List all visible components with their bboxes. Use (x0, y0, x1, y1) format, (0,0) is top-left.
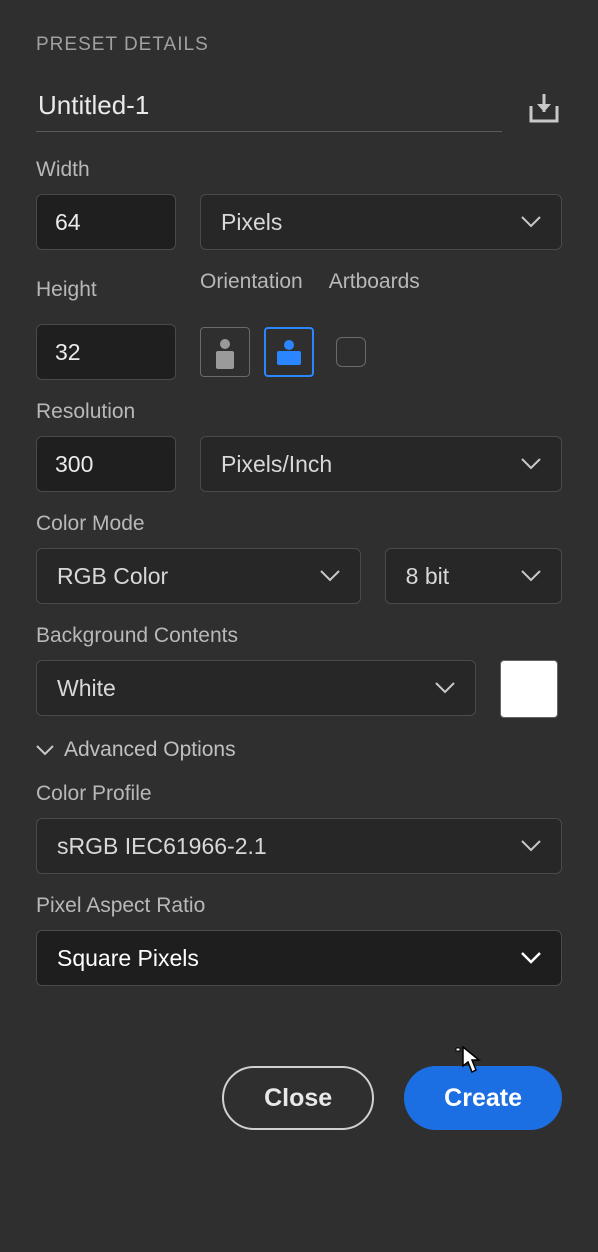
color-profile-value: sRGB IEC61966-2.1 (57, 833, 267, 860)
chevron-down-icon (521, 458, 541, 470)
background-contents-select[interactable]: White (36, 660, 476, 716)
width-unit-value: Pixels (221, 209, 282, 236)
bit-depth-select[interactable]: 8 bit (385, 548, 562, 604)
color-profile-select[interactable]: sRGB IEC61966-2.1 (36, 818, 562, 874)
bit-depth-value: 8 bit (406, 563, 449, 590)
background-color-swatch[interactable] (500, 660, 558, 718)
color-profile-label: Color Profile (36, 782, 562, 806)
height-label: Height (36, 278, 176, 302)
advanced-options-toggle[interactable]: Advanced Options (36, 738, 562, 762)
chevron-down-icon (320, 570, 340, 582)
chevron-down-icon (521, 570, 541, 582)
preset-details-panel: PRESET DETAILS Width Pixels Height Orien… (0, 0, 598, 1252)
width-input[interactable] (36, 194, 176, 250)
chevron-down-icon (521, 952, 541, 964)
artboards-label: Artboards (329, 270, 420, 294)
orientation-portrait-button[interactable] (200, 327, 250, 377)
resolution-unit-select[interactable]: Pixels/Inch (200, 436, 562, 492)
pixel-aspect-ratio-value: Square Pixels (57, 945, 199, 972)
chevron-down-icon (521, 840, 541, 852)
close-button-label: Close (264, 1084, 332, 1113)
resolution-label: Resolution (36, 400, 562, 424)
document-name-input[interactable] (36, 84, 502, 132)
chevron-down-icon (36, 745, 54, 756)
pixel-aspect-ratio-select[interactable]: Square Pixels (36, 930, 562, 986)
panel-heading: PRESET DETAILS (36, 34, 562, 56)
color-mode-label: Color Mode (36, 512, 562, 536)
pixel-aspect-ratio-label: Pixel Aspect Ratio (36, 894, 562, 918)
advanced-options-label: Advanced Options (64, 738, 236, 762)
create-button[interactable]: Create (404, 1066, 562, 1130)
width-unit-select[interactable]: Pixels (200, 194, 562, 250)
color-mode-select[interactable]: RGB Color (36, 548, 361, 604)
width-label: Width (36, 158, 562, 182)
orientation-label: Orientation (200, 270, 303, 294)
background-contents-value: White (57, 675, 116, 702)
background-contents-label: Background Contents (36, 624, 562, 648)
resolution-unit-value: Pixels/Inch (221, 451, 332, 478)
artboards-checkbox[interactable] (336, 337, 366, 367)
save-preset-icon[interactable] (526, 90, 562, 126)
color-mode-value: RGB Color (57, 563, 168, 590)
chevron-down-icon (521, 216, 541, 228)
height-input[interactable] (36, 324, 176, 380)
chevron-down-icon (435, 682, 455, 694)
create-button-label: Create (444, 1084, 522, 1113)
resolution-input[interactable] (36, 436, 176, 492)
orientation-landscape-button[interactable] (264, 327, 314, 377)
close-button[interactable]: Close (222, 1066, 374, 1130)
